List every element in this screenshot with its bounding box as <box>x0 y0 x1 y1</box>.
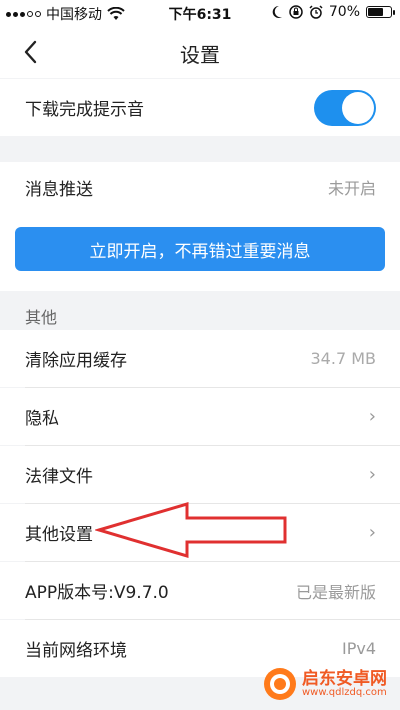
download-sound-label: 下载完成提示音 <box>25 100 144 120</box>
annotation-arrow-icon <box>95 501 287 559</box>
page-title: 设置 <box>180 43 220 67</box>
download-sound-toggle[interactable] <box>314 89 376 126</box>
status-bar: 中国移动 下午6:31 70% <box>0 0 400 26</box>
push-label: 消息推送 <box>25 179 93 200</box>
cache-size: 34.7 MB <box>310 349 377 368</box>
chevron-right-icon: › <box>368 464 376 485</box>
privacy-label: 隐私 <box>25 409 59 429</box>
nav-bar: 设置 <box>0 26 400 78</box>
watermark-url: www.qdlzdq.com <box>302 686 387 698</box>
clear-cache-row[interactable]: 清除应用缓存 34.7 MB <box>0 330 400 387</box>
watermark-title: 启东安卓网 <box>302 668 387 689</box>
version-status: 已是最新版 <box>295 582 376 602</box>
rotation-lock-icon <box>289 5 303 19</box>
battery-fill <box>368 8 383 16</box>
moon-icon <box>272 5 282 18</box>
app-version-label: APP版本号:V9.7.0 <box>25 583 169 603</box>
watermark-text: 启东安卓网 www.qdlzdq.com <box>302 668 387 698</box>
battery-percent: 70% <box>328 4 360 20</box>
clear-cache-label: 清除应用缓存 <box>25 351 127 371</box>
privacy-row[interactable]: 隐私 › <box>0 388 400 445</box>
network-label: 当前网络环境 <box>25 641 127 661</box>
network-value: IPv4 <box>341 639 376 658</box>
legal-row[interactable]: 法律文件 › <box>0 446 400 503</box>
watermark-logo-icon <box>264 668 296 700</box>
toggle-knob <box>342 91 374 124</box>
push-row[interactable]: 消息推送 未开启 <box>0 162 400 212</box>
app-version-row[interactable]: APP版本号:V9.7.0 已是最新版 <box>0 562 400 619</box>
other-settings-label: 其他设置 <box>25 525 93 545</box>
chevron-right-icon: › <box>368 406 376 427</box>
push-status: 未开启 <box>327 179 376 198</box>
push-cta-container: 立即开启，不再错过重要消息 <box>0 211 400 291</box>
status-right: 70% <box>271 4 395 20</box>
alarm-icon <box>309 5 323 19</box>
battery-icon <box>366 6 395 18</box>
enable-push-button[interactable]: 立即开启，不再错过重要消息 <box>15 227 385 271</box>
chevron-right-icon: › <box>368 522 376 543</box>
section-header-other: 其他 <box>25 308 58 327</box>
watermark: 启东安卓网 www.qdlzdq.com <box>262 666 387 702</box>
legal-label: 法律文件 <box>25 467 93 487</box>
download-sound-row: 下载完成提示音 <box>0 79 400 136</box>
